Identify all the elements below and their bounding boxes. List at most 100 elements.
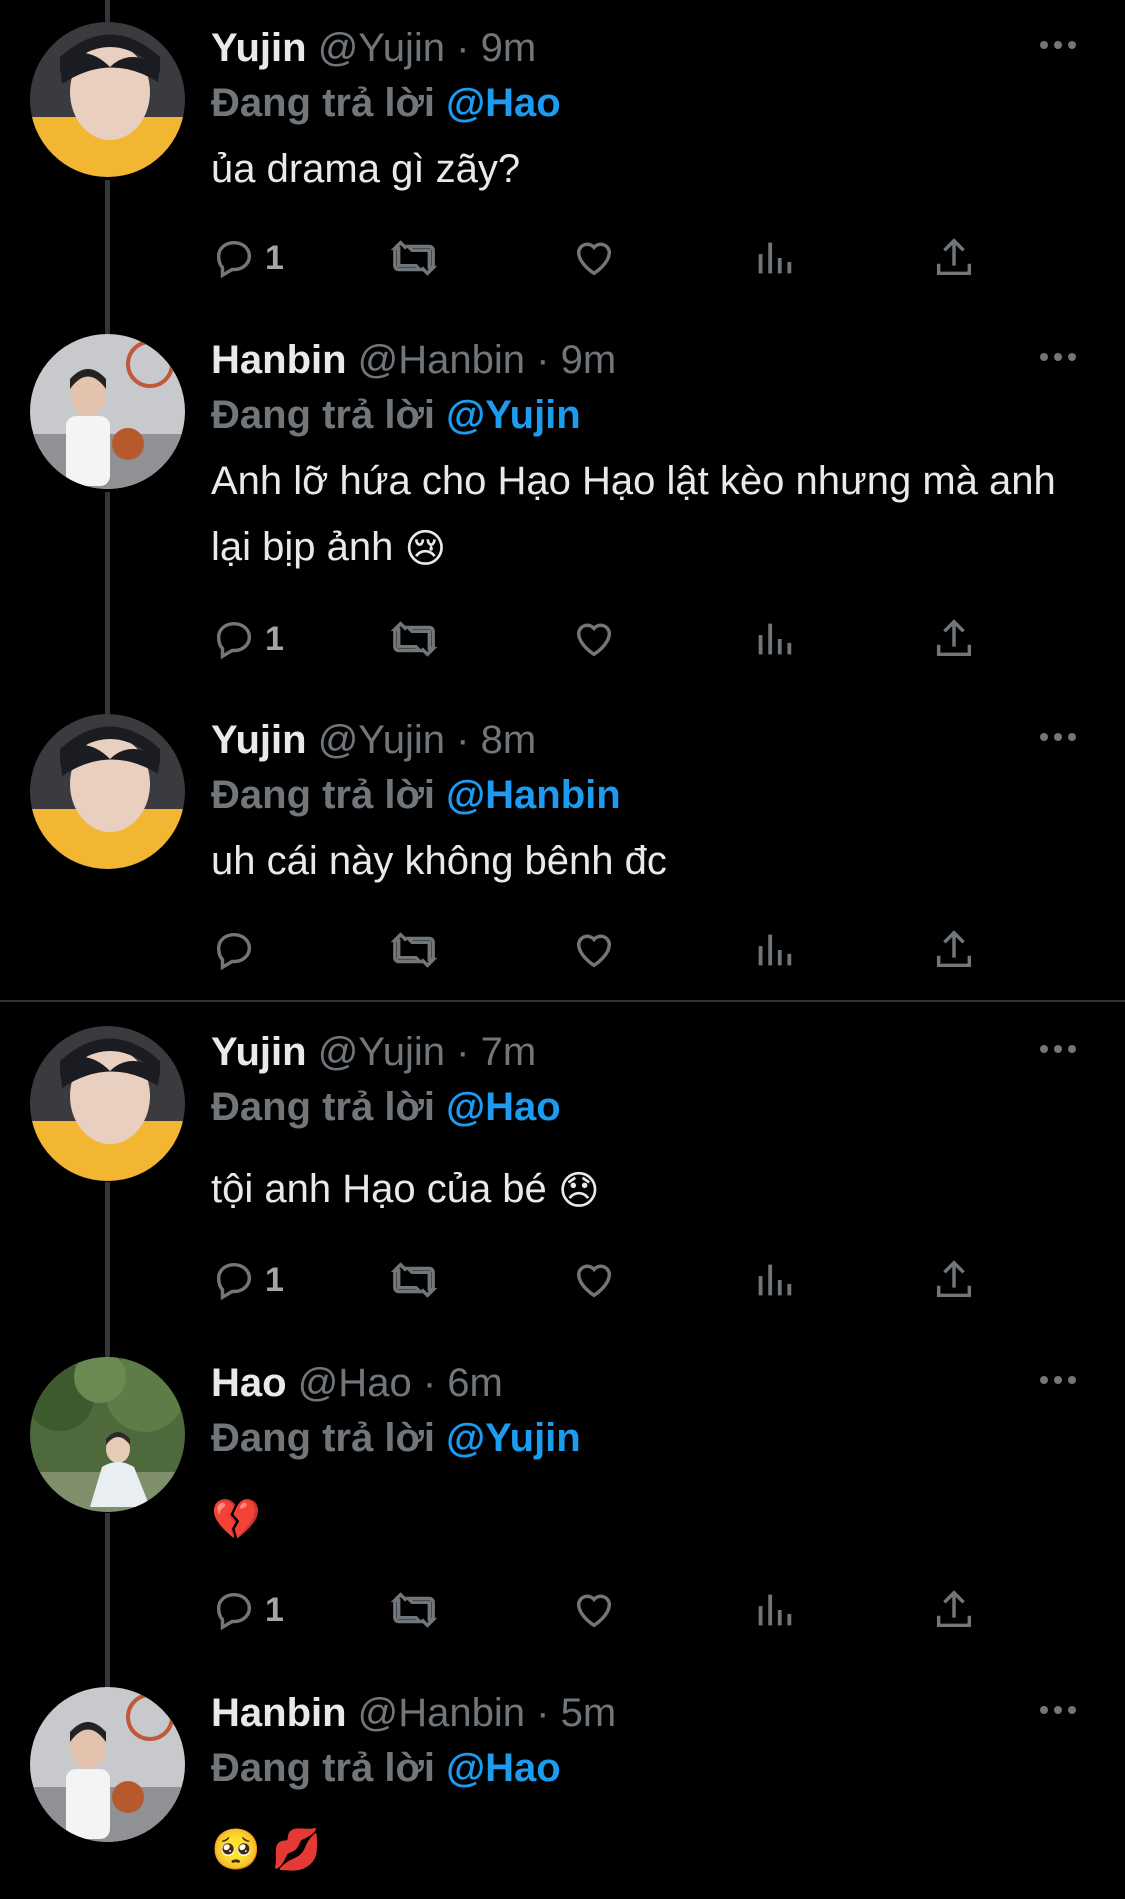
timestamp[interactable]: 8m [481, 718, 537, 762]
emoji-pleading-kiss: 🥺 💋 [211, 1828, 322, 1873]
author-name[interactable]: Hao [211, 1361, 287, 1405]
share-button[interactable] [931, 228, 977, 288]
tweet[interactable]: Yujin @Yujin · 7m Đang trả lời @Hao tội … [0, 1004, 1125, 1330]
reply-button[interactable]: 1 [211, 228, 284, 288]
author-name[interactable]: Yujin [211, 718, 307, 762]
avatar-yujin[interactable] [30, 22, 185, 177]
like-icon [576, 1264, 612, 1298]
timestamp[interactable]: 7m [481, 1030, 537, 1074]
avatar-yujin[interactable] [30, 1026, 185, 1181]
like-button[interactable] [571, 1580, 617, 1640]
reply-count: 1 [265, 238, 284, 277]
reply-icon [216, 1592, 252, 1631]
more-icon[interactable] [1036, 1365, 1080, 1395]
share-button[interactable] [931, 1580, 977, 1640]
tweet[interactable]: Hao @Hao · 6m Đang trả lời @Yujin 💔 1 [0, 1335, 1125, 1665]
reply-prefix: Đang trả lời [211, 773, 436, 817]
author-name[interactable]: Yujin [211, 1030, 307, 1074]
views-button[interactable] [751, 920, 797, 980]
timestamp[interactable]: 6m [447, 1361, 503, 1405]
reply-prefix: Đang trả lời [211, 81, 436, 125]
views-button[interactable] [751, 228, 797, 288]
reply-mention[interactable]: @Hanbin [446, 773, 621, 817]
reply-mention[interactable]: @Hao [446, 81, 561, 125]
reply-mention[interactable]: @Hao [446, 1746, 561, 1790]
views-button[interactable] [751, 1580, 797, 1640]
timestamp[interactable]: 9m [481, 26, 537, 70]
emoji-crying-face: 😢 [404, 527, 447, 572]
tweet-text-content: uh cái này không bênh đc [211, 839, 667, 883]
like-button[interactable] [571, 1250, 617, 1310]
action-bar: 1 [211, 1250, 1011, 1310]
reply-count: 1 [265, 1260, 284, 1299]
reply-button[interactable]: 1 [211, 1250, 284, 1310]
author-name[interactable]: Hanbin [211, 1691, 347, 1735]
author-name[interactable]: Hanbin [211, 338, 347, 382]
reply-icon [216, 1262, 252, 1301]
avatar-hanbin[interactable] [30, 334, 185, 489]
retweet-icon [391, 240, 437, 276]
reply-prefix: Đang trả lời [211, 1416, 436, 1460]
share-button[interactable] [931, 609, 977, 669]
separator-dot: · [456, 1030, 470, 1074]
separator-dot: · [456, 26, 470, 70]
replying-to: Đang trả lời @Hao [211, 75, 561, 131]
views-icon [758, 623, 792, 655]
reply-mention[interactable]: @Yujin [446, 1416, 581, 1460]
avatar-hao[interactable] [30, 1357, 185, 1512]
share-icon [936, 930, 972, 968]
reply-button[interactable] [211, 920, 265, 980]
more-icon[interactable] [1036, 342, 1080, 372]
retweet-button[interactable] [391, 609, 437, 669]
reply-mention[interactable]: @Hao [446, 1085, 561, 1129]
retweet-button[interactable] [391, 920, 437, 980]
more-icon[interactable] [1036, 1695, 1080, 1725]
separator-dot: · [422, 1361, 437, 1405]
more-icon[interactable] [1036, 30, 1080, 60]
author-handle[interactable]: @Yujin [318, 718, 445, 762]
like-icon [576, 242, 612, 276]
like-button[interactable] [571, 228, 617, 288]
tweet[interactable]: Hanbin @Hanbin · 9m Đang trả lời @Yujin … [0, 312, 1125, 692]
emoji-disappointed-face: 😞 [557, 1169, 600, 1214]
retweet-button[interactable] [391, 228, 437, 288]
tweet-header: Yujin @Yujin · 7m [211, 1024, 536, 1080]
timestamp[interactable]: 5m [561, 1691, 617, 1735]
author-handle[interactable]: @Yujin [318, 26, 445, 70]
like-button[interactable] [571, 920, 617, 980]
reply-button[interactable]: 1 [211, 1580, 284, 1640]
reply-mention[interactable]: @Yujin [446, 393, 581, 437]
author-handle[interactable]: @Hao [298, 1361, 412, 1405]
avatar-hanbin[interactable] [30, 1687, 185, 1842]
reply-button[interactable]: 1 [211, 609, 284, 669]
avatar-yujin[interactable] [30, 714, 185, 869]
views-button[interactable] [751, 1250, 797, 1310]
tweet-header: Yujin @Yujin · 8m [211, 712, 536, 768]
tweet[interactable]: Yujin @Yujin · 8m Đang trả lời @Hanbin u… [0, 692, 1125, 1002]
share-icon [936, 619, 972, 657]
retweet-button[interactable] [391, 1250, 437, 1310]
views-icon [758, 1594, 792, 1626]
thread-divider [0, 1000, 1125, 1002]
replying-to: Đang trả lời @Yujin [211, 387, 581, 443]
author-name[interactable]: Yujin [211, 26, 307, 70]
reply-prefix: Đang trả lời [211, 1085, 436, 1129]
more-icon[interactable] [1036, 722, 1080, 752]
more-icon[interactable] [1036, 1034, 1080, 1064]
like-icon [576, 934, 612, 968]
share-button[interactable] [931, 920, 977, 980]
separator-dot: · [536, 1691, 550, 1735]
retweet-button[interactable] [391, 1580, 437, 1640]
like-button[interactable] [571, 609, 617, 669]
views-button[interactable] [751, 609, 797, 669]
author-handle[interactable]: @Hanbin [358, 338, 525, 382]
tweet[interactable]: Yujin @Yujin · 9m Đang trả lời @Hao ủa d… [0, 0, 1125, 312]
share-button[interactable] [931, 1250, 977, 1310]
timestamp[interactable]: 9m [561, 338, 617, 382]
tweet[interactable]: Hanbin @Hanbin · 5m Đang trả lời @Hao 🥺 … [0, 1665, 1125, 1899]
tweet-text-content: ủa drama gì zãy? [211, 147, 521, 191]
author-handle[interactable]: @Hanbin [358, 1691, 525, 1735]
author-handle[interactable]: @Yujin [318, 1030, 445, 1074]
views-icon [758, 1264, 792, 1296]
like-icon [576, 1594, 612, 1628]
